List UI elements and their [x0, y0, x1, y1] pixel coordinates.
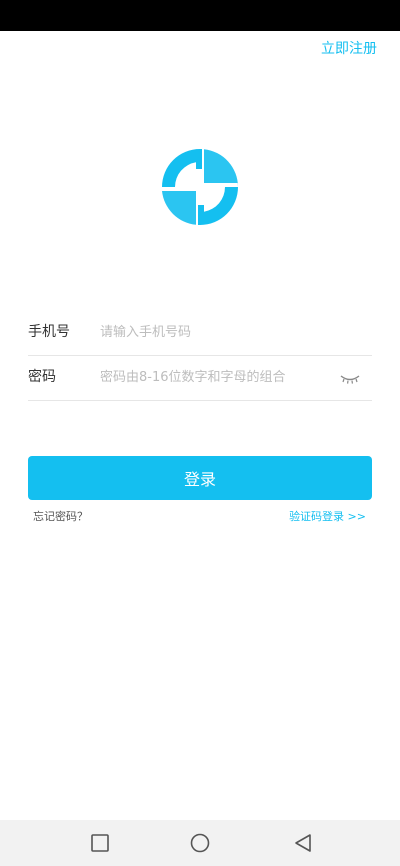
forgot-password-link[interactable]: 忘记密码？ [33, 509, 88, 525]
phone-label: 手机号 [28, 324, 70, 340]
square-icon[interactable] [90, 833, 110, 853]
phone-field: 手机号 [28, 310, 372, 356]
navigation-bar [0, 820, 400, 866]
circle-icon[interactable] [190, 833, 210, 853]
code-login-link[interactable]: 验证码登录 >> [289, 509, 366, 525]
status-bar [0, 0, 400, 31]
triangle-back-icon[interactable] [294, 833, 314, 853]
password-label: 密码 [28, 369, 56, 385]
login-button[interactable]: 登录 [28, 456, 372, 500]
password-field: 密码 [28, 355, 372, 401]
phone-input[interactable] [100, 317, 330, 347]
register-link[interactable]: 立即注册 [321, 39, 377, 59]
app-logo-icon [162, 149, 238, 225]
eye-closed-icon[interactable] [340, 370, 360, 384]
password-input[interactable] [100, 362, 330, 392]
